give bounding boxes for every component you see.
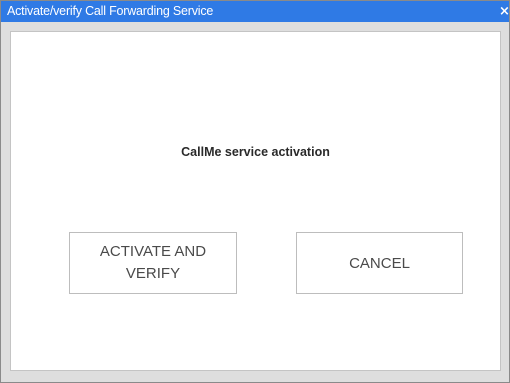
activate-verify-label: ACTIVATE AND VERIFY xyxy=(99,243,207,282)
title-bar[interactable]: Activate/verify Call Forwarding Service … xyxy=(1,1,509,22)
activate-verify-button[interactable]: ACTIVATE AND VERIFY xyxy=(69,232,237,294)
close-icon[interactable]: × xyxy=(499,1,509,22)
cancel-label: CANCEL xyxy=(349,254,410,272)
service-heading: CallMe service activation xyxy=(181,145,330,159)
window-title: Activate/verify Call Forwarding Service xyxy=(7,4,214,18)
cancel-button[interactable]: CANCEL xyxy=(296,232,463,294)
dialog-content: CallMe service activation ACTIVATE AND V… xyxy=(10,31,501,371)
dialog-window: Activate/verify Call Forwarding Service … xyxy=(0,0,510,383)
